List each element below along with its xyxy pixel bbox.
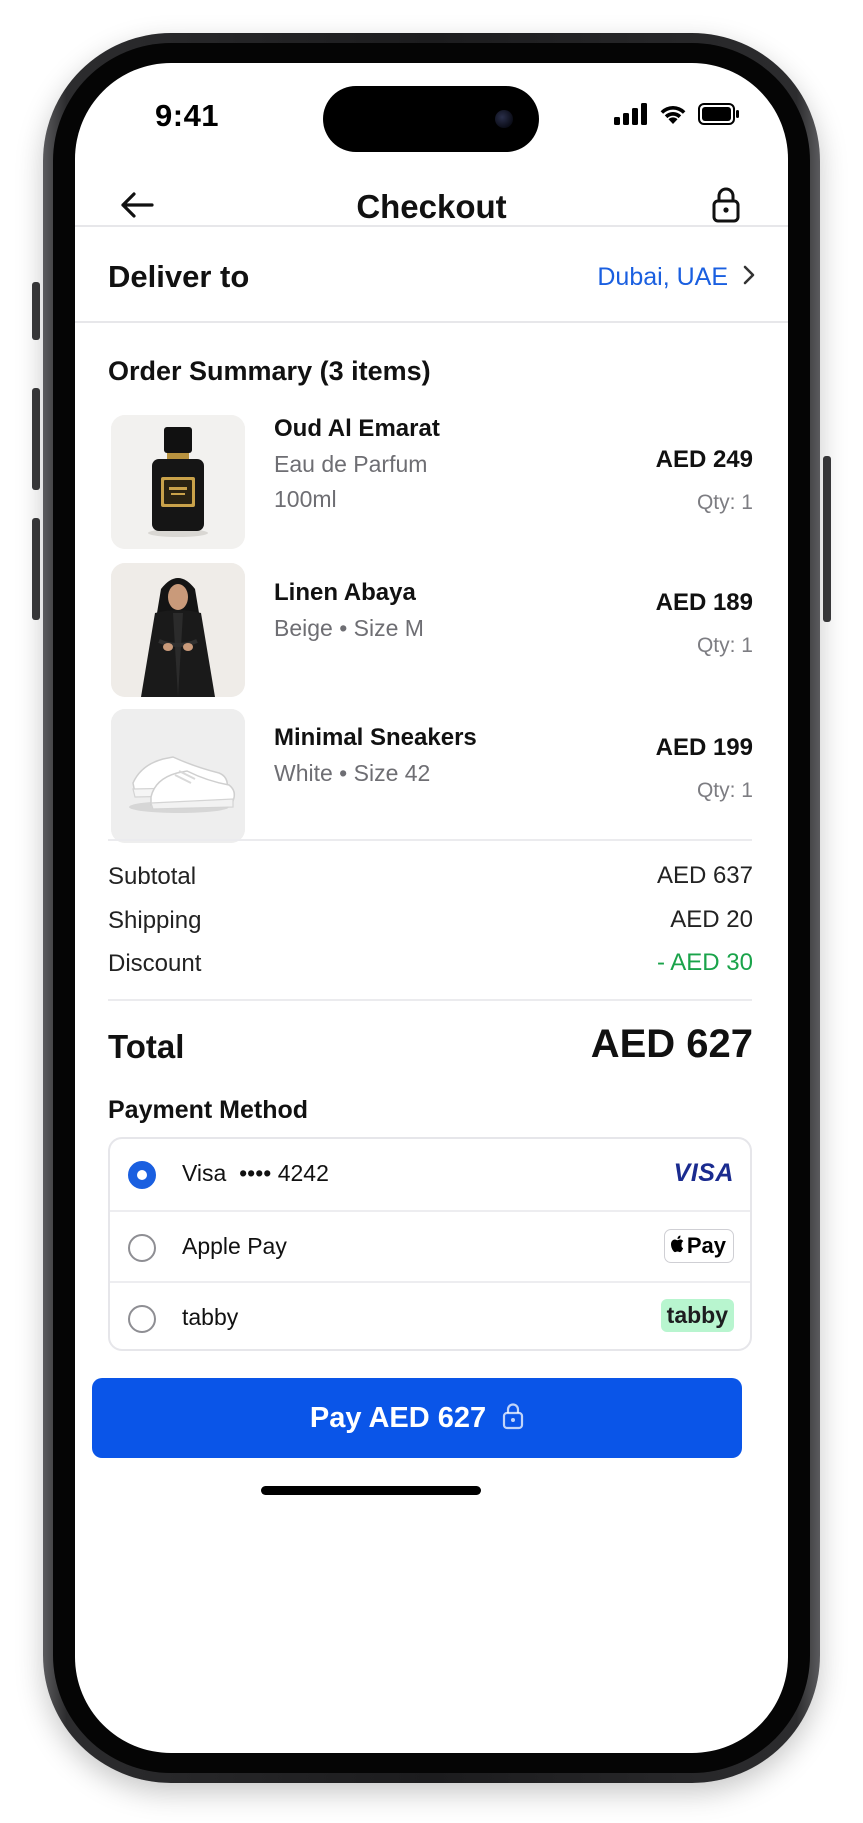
visa-logo-icon: VISA [673,1159,734,1187]
total-value: AED 627 [590,1022,753,1066]
item-subtitle: White • Size 42 [274,760,431,786]
delivery-location: Dubai, UAE [597,263,728,291]
screen: 9:41 Checkout Deliver to Dubai, UAE Orde… [75,63,788,1753]
order-item: Linen Abaya Beige • Size M AED 189 Qty: … [111,563,753,699]
signal-icon [614,103,648,130]
deliver-to-link[interactable]: Dubai, UAE [597,263,756,292]
total-label: Total [108,1028,185,1065]
secure-checkout-button[interactable] [704,183,748,231]
radio-unselected[interactable] [128,1305,156,1333]
item-qty: Qty: 1 [696,634,753,657]
page-title: Checkout [356,188,507,225]
device-mockup: 9:41 Checkout Deliver to Dubai, UAE Orde… [0,0,863,1823]
power-button [823,456,831,622]
white-sneakers-image [111,709,245,843]
payment-method-title: Payment Method [108,1096,309,1124]
item-price: AED 249 [655,446,753,473]
battery-icon [698,103,740,130]
item-qty: Qty: 1 [696,491,753,514]
camera-icon [495,110,513,128]
discount-label: Discount [108,950,202,977]
item-detail: 100ml [274,486,337,512]
payment-option-apple-pay[interactable]: Apple Pay Pay [110,1210,750,1281]
payment-option-label: Apple Pay [182,1233,287,1259]
pay-button[interactable]: Pay AED 627 [92,1378,742,1458]
apple-pay-logo-icon: Pay [663,1229,734,1263]
summary-divider [108,839,752,841]
order-item: Oud Al Emarat Eau de Parfum 100ml AED 24… [111,415,753,551]
shipping-value: AED 20 [670,906,753,933]
status-icons [614,103,740,130]
item-name: Minimal Sneakers [274,724,477,751]
apple-icon [670,1233,686,1259]
payment-option-label: Visa •••• 4242 [182,1160,329,1186]
subtotal-value: AED 637 [656,862,753,889]
order-item: Minimal Sneakers White • Size 42 AED 199… [111,709,753,845]
payment-option-visa[interactable]: Visa •••• 4242 VISA [110,1139,750,1210]
volume-down-button [32,518,40,620]
action-button [32,282,40,340]
abaya-model-image [111,563,245,697]
totals-divider [108,999,752,1001]
payment-option-tabby[interactable]: tabby tabby [110,1281,750,1349]
lock-icon [502,1402,524,1435]
header-divider [75,225,788,227]
item-price: AED 199 [655,734,753,761]
volume-up-button [32,388,40,490]
shipping-label: Shipping [108,907,202,934]
delivery-divider [75,321,788,323]
item-price: AED 189 [655,589,753,616]
home-indicator[interactable] [261,1486,481,1495]
pay-button-label: Pay AED 627 [309,1401,487,1434]
dynamic-island [323,86,539,152]
lock-icon [712,187,740,228]
radio-selected[interactable] [128,1161,156,1189]
chevron-right-icon [742,264,756,291]
item-qty: Qty: 1 [696,779,753,802]
status-time: 9:41 [155,98,220,133]
payment-option-label: tabby [182,1304,239,1330]
deliver-to-label: Deliver to [108,259,250,294]
apple-pay-logo-text: Pay [686,1233,726,1258]
order-summary-title: Order Summary (3 items) [108,356,431,386]
wifi-icon [658,103,688,130]
perfume-bottle-image [111,415,245,549]
tabby-logo-icon: tabby [660,1299,734,1332]
item-name: Linen Abaya [274,579,416,606]
radio-unselected[interactable] [128,1234,156,1262]
item-subtitle: Eau de Parfum [274,451,428,477]
discount-value: - AED 30 [656,949,753,976]
item-name: Oud Al Emarat [274,415,440,442]
item-subtitle: Beige • Size M [274,615,424,641]
payment-method-list: Visa •••• 4242 VISA Apple Pay Pay tabby … [108,1137,752,1351]
subtotal-label: Subtotal [108,863,197,890]
